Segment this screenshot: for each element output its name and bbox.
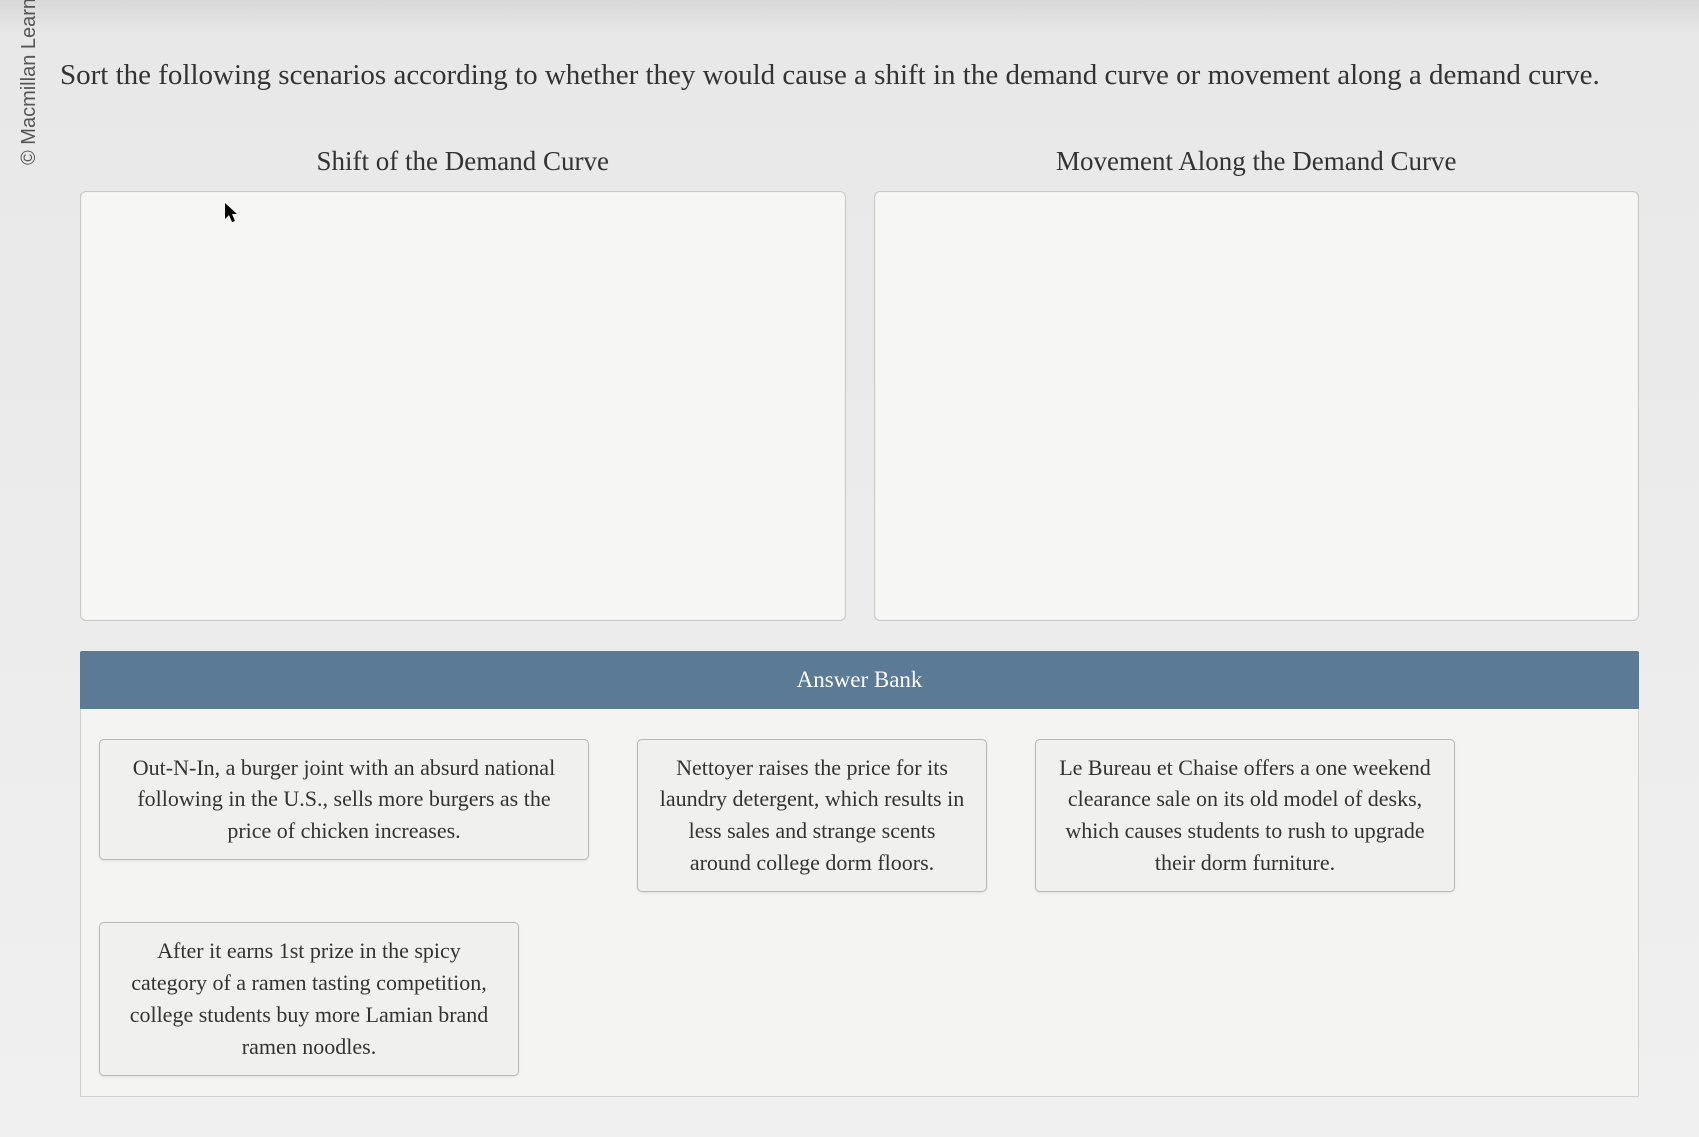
answer-item-desks[interactable]: Le Bureau et Chaise offers a one weekend… — [1035, 739, 1455, 893]
question-content: Sort the following scenarios according t… — [60, 55, 1639, 1097]
drop-zone-left-title: Shift of the Demand Curve — [80, 146, 846, 177]
drop-zone-right-title: Movement Along the Demand Curve — [874, 146, 1640, 177]
drop-zone-movement[interactable] — [874, 191, 1640, 621]
answer-item-ramen[interactable]: After it earns 1st prize in the spicy ca… — [99, 922, 519, 1076]
drop-zones-row: Shift of the Demand Curve Movement Along… — [60, 146, 1639, 621]
copyright-label: © Macmillan Learning — [18, 0, 41, 165]
drop-zone-right-wrap: Movement Along the Demand Curve — [874, 146, 1640, 621]
answer-item-detergent[interactable]: Nettoyer raises the price for its laundr… — [637, 739, 987, 893]
drop-zone-shift[interactable] — [80, 191, 846, 621]
answer-item-burgers[interactable]: Out-N-In, a burger joint with an absurd … — [99, 739, 589, 861]
answer-bank: Out-N-In, a burger joint with an absurd … — [80, 709, 1639, 1097]
question-text: Sort the following scenarios according t… — [60, 55, 1639, 96]
drop-zone-left-wrap: Shift of the Demand Curve — [80, 146, 846, 621]
answer-bank-header: Answer Bank — [80, 651, 1639, 709]
